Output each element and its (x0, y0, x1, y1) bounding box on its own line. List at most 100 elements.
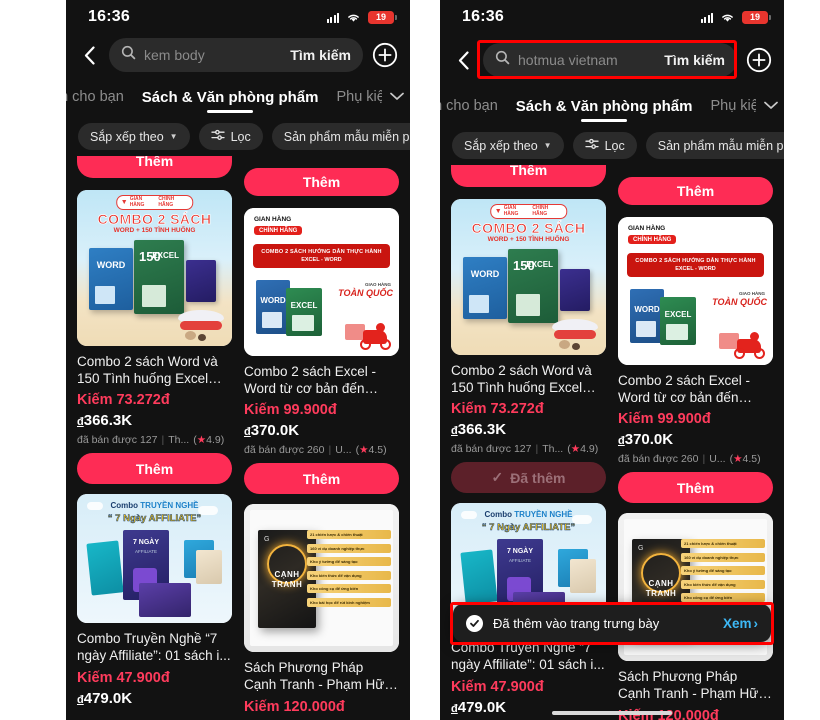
chip-free-samples[interactable]: Sản phẩm mẫu miễn phí (271, 123, 410, 150)
product-rating: (★4.5) (729, 453, 761, 466)
product-sold: đã bán được 127 (451, 443, 532, 456)
product-commission: Kiếm 99.900đ (244, 402, 337, 419)
art-book-word: WORD (96, 260, 126, 270)
art-book-word: WORD (634, 305, 660, 314)
chip-filter[interactable]: Lọc (572, 132, 637, 159)
art-bullet: 160 ví dụ doanh nghiệp thực (307, 543, 391, 553)
tab-for-you[interactable]: nh cho bạn (440, 98, 498, 114)
chip-filter[interactable]: Lọc (198, 123, 263, 150)
add-button-cutoff[interactable]: Thêm (77, 156, 232, 178)
add-plus-icon[interactable] (372, 42, 398, 68)
toast-message: Đã thêm vào trang trưng bày (493, 615, 660, 631)
art-headline: COMBO 2 SÁCH (97, 211, 212, 228)
chevron-down-icon[interactable] (390, 88, 404, 106)
cellular-signal-icon (700, 12, 713, 23)
tab-accessories[interactable]: Phụ kiệ (336, 89, 382, 105)
cellular-signal-icon (326, 12, 339, 23)
battery-level: 19 (749, 11, 760, 22)
chevron-right-icon: › (753, 615, 759, 631)
add-button-cutoff[interactable]: Thêm (618, 177, 773, 205)
add-button-cutoff[interactable]: Thêm (451, 165, 606, 187)
search-header-left: kem body Tìm kiếm (66, 34, 410, 81)
tab-for-you[interactable]: nh cho bạn (66, 89, 124, 105)
product-card[interactable]: ▼ GIAN HÀNG CHÍNH HÃNG COMBO 2 SÁCH WORD… (451, 199, 606, 494)
add-button-cutoff[interactable]: Thêm (244, 168, 399, 196)
currency-symbol: đ (77, 693, 84, 706)
product-rating: (★4.9) (193, 434, 225, 447)
add-button-cutoff-label: Thêm (509, 165, 548, 178)
product-shop: Th... (542, 443, 564, 456)
product-card[interactable]: CẠNH TRANH G 21 chiến lược & chiến thuật… (244, 504, 399, 715)
tab-books-stationery[interactable]: Sách & Văn phòng phẩm (142, 89, 319, 106)
chevron-down-icon: ▼ (543, 141, 552, 150)
add-plus-icon[interactable] (746, 47, 772, 73)
art-badge-left: GIAN HÀNG (503, 205, 519, 217)
product-price: đ370.0K (618, 431, 773, 448)
product-meta: đã bán được 127 | Th... (★4.9) (451, 443, 599, 456)
product-commission: Kiếm 99.900đ (618, 411, 711, 428)
product-shop: Th... (168, 434, 190, 447)
search-submit-button[interactable]: Tìm kiếm (290, 47, 351, 63)
search-header-right: hotmua vietnam Tìm kiếm (440, 34, 784, 90)
chip-free-samples[interactable]: Sản phẩm mẫu miễn phí (645, 132, 784, 159)
chip-sort-by[interactable]: Sắp xếp theo ▼ (78, 123, 190, 150)
product-image-combo-excel-word[interactable]: GIAN HÀNG CHÍNH HÃNG COMBO 2 SÁCH HƯỚNG … (618, 217, 773, 365)
product-image-combo-word-excel[interactable]: ▼ GIAN HÀNG CHÍNH HÃNG COMBO 2 SÁCH WORD… (451, 199, 606, 355)
search-submit-button[interactable]: Tìm kiếm (664, 52, 725, 68)
product-image-combo-word-excel[interactable]: ▼ GIAN HÀNG CHÍNH HÃNG COMBO 2 SÁCH WORD… (77, 190, 232, 346)
art-banner-line2: EXCEL - WORD (301, 257, 342, 263)
tab-books-stationery[interactable]: Sách & Văn phòng phẩm (516, 98, 693, 115)
filter-chips-right: Sắp xếp theo ▼ Lọc Sản phẩm mẫu miễn phí (440, 120, 784, 165)
product-image-combo-excel-word[interactable]: GIAN HÀNG CHÍNH HÃNG COMBO 2 SÁCH HƯỚNG … (244, 208, 399, 356)
add-to-showcase-button[interactable]: Thêm (618, 472, 773, 504)
product-card[interactable]: ▼ GIAN HÀNG CHÍNH HÃNG COMBO 2 SÁCH WORD… (77, 190, 232, 485)
chevron-down-icon[interactable] (764, 97, 778, 115)
product-title: Combo 2 sách Word và 150 Tình huống Exce… (451, 363, 592, 396)
add-button-cutoff-label: Thêm (676, 183, 715, 199)
tab-accessories[interactable]: Phụ kiệ (710, 98, 756, 114)
check-circle-icon (466, 614, 483, 632)
search-input[interactable]: hotmua vietnam Tìm kiếm (483, 43, 737, 77)
back-icon[interactable] (452, 46, 474, 74)
product-commission: Kiếm 73.272đ (451, 401, 544, 418)
product-meta: đã bán được 260 | U... (★4.5) (244, 444, 387, 457)
product-price: đ366.3K (451, 421, 606, 438)
wifi-icon (720, 12, 735, 23)
filter-icon (210, 129, 225, 144)
status-clock: 16:36 (88, 8, 130, 25)
art-book-word: WORD (260, 296, 286, 305)
add-to-showcase-button[interactable]: Thêm (244, 463, 399, 495)
art-combo-word: Combo (484, 510, 513, 520)
chip-sort-by[interactable]: Sắp xếp theo ▼ (452, 132, 564, 159)
toast-added-to-showcase[interactable]: Đã thêm vào trang trưng bày Xem › (453, 604, 771, 642)
art-badge-chinh-hang: CHÍNH HÃNG (628, 235, 677, 244)
toast-view-link[interactable]: Xem › (723, 616, 758, 631)
add-to-showcase-button[interactable]: Thêm (77, 453, 232, 485)
art-bullet: 21 chiến lược & chiến thuật (681, 539, 765, 549)
search-input[interactable]: kem body Tìm kiếm (109, 38, 363, 72)
product-meta: đã bán được 260 | U... (★4.5) (618, 453, 761, 466)
product-grid-left: Thêm ▼ GIAN HÀNG CHÍNH HÃNG COMBO 2 SÁCH… (66, 156, 410, 720)
battery-level: 19 (375, 11, 386, 22)
product-image-canh-tranh[interactable]: CẠNH TRANH G 21 chiến lược & chiến thuật… (244, 504, 399, 653)
grid-column-right: Thêm GIAN HÀNG CHÍNH HÃNG COMBO 2 SÁCH H… (244, 156, 399, 720)
product-card[interactable]: Combo TRUYỀN NGHỀ “ 7 Ngày AFFILIATE” 7 … (77, 494, 232, 707)
product-shop: U... (335, 444, 352, 457)
price-value: 366.3K (83, 412, 133, 430)
status-clock: 16:36 (462, 8, 504, 25)
product-card[interactable]: GIAN HÀNG CHÍNH HÃNG COMBO 2 SÁCH HƯỚNG … (618, 217, 773, 504)
art-ship-big: TOÀN QUỐC (712, 297, 767, 307)
product-card[interactable]: GIAN HÀNG CHÍNH HÃNG COMBO 2 SÁCH HƯỚNG … (244, 208, 399, 495)
art-badge-left: GIAN HÀNG (129, 196, 145, 208)
price-value: 479.0K (83, 689, 133, 707)
product-sold: đã bán được 260 (244, 444, 325, 457)
art-book-affiliate: AFFILIATE (135, 549, 157, 555)
back-icon[interactable] (78, 41, 100, 69)
grid-column-left: Thêm ▼ GIAN HÀNG CHÍNH HÃNG COMBO 2 SÁCH… (77, 156, 232, 716)
search-query-text: hotmua vietnam (518, 52, 618, 68)
status-bar-right: 16:36 19 (440, 0, 784, 34)
product-image-7-ngay-affiliate[interactable]: Combo TRUYỀN NGHỀ “ 7 Ngày AFFILIATE” 7 … (77, 494, 232, 624)
toast-container: Đã thêm vào trang trưng bày Xem › (440, 602, 784, 645)
added-to-showcase-button[interactable]: ✓ Đã thêm (451, 462, 606, 494)
home-indicator (552, 711, 672, 715)
